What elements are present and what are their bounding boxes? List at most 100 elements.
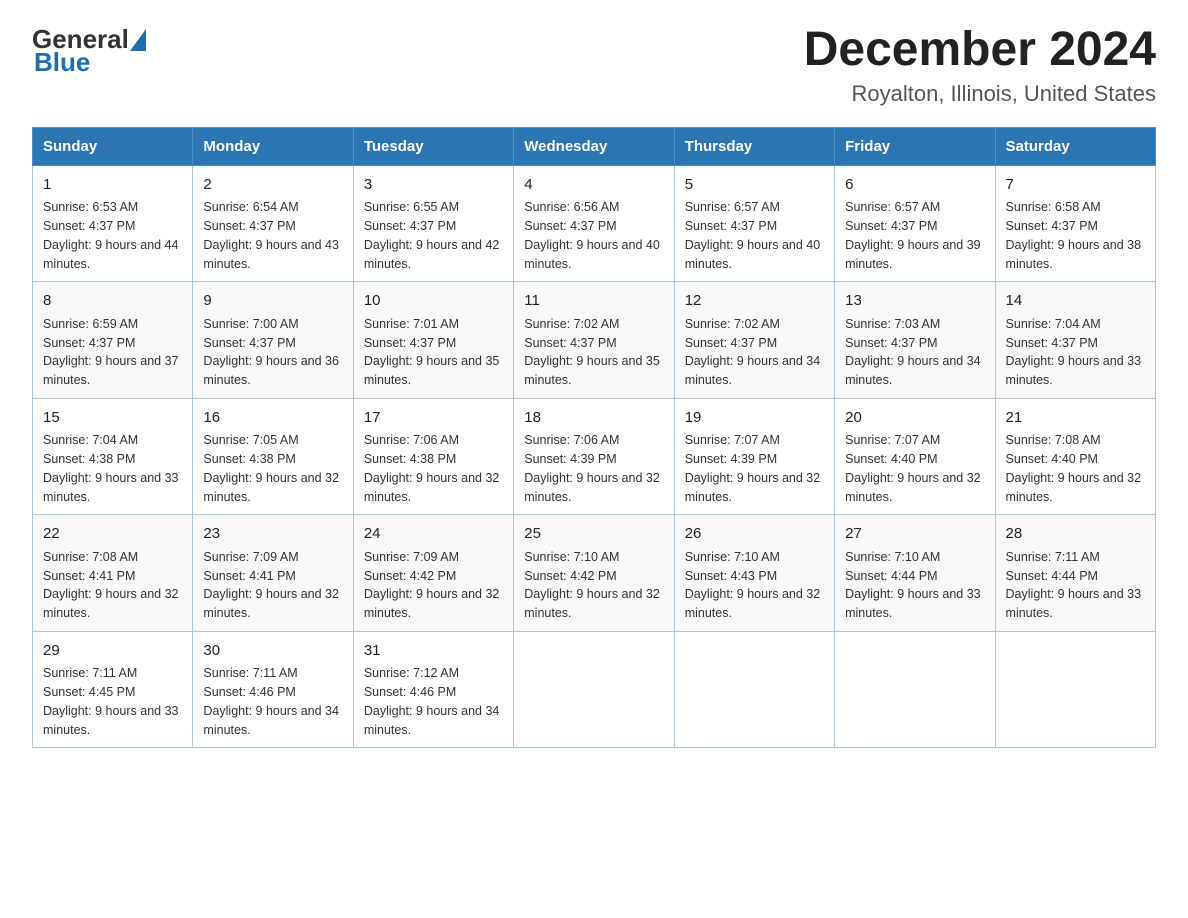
day-info: Sunrise: 7:00 AMSunset: 4:37 PMDaylight:… [203, 315, 342, 390]
day-info: Sunrise: 7:04 AMSunset: 4:38 PMDaylight:… [43, 431, 182, 506]
day-info: Sunrise: 7:06 AMSunset: 4:39 PMDaylight:… [524, 431, 663, 506]
day-number: 17 [364, 407, 503, 430]
day-number: 2 [203, 174, 342, 197]
day-info: Sunrise: 7:01 AMSunset: 4:37 PMDaylight:… [364, 315, 503, 390]
page-header: General Blue December 2024 Royalton, Ill… [32, 24, 1156, 107]
header-tuesday: Tuesday [353, 127, 513, 165]
day-number: 15 [43, 407, 182, 430]
day-info: Sunrise: 7:09 AMSunset: 4:42 PMDaylight:… [364, 548, 503, 623]
calendar-cell: 9Sunrise: 7:00 AMSunset: 4:37 PMDaylight… [193, 282, 353, 399]
day-number: 16 [203, 407, 342, 430]
week-row-1: 1Sunrise: 6:53 AMSunset: 4:37 PMDaylight… [33, 165, 1156, 282]
calendar-cell: 1Sunrise: 6:53 AMSunset: 4:37 PMDaylight… [33, 165, 193, 282]
calendar-cell: 29Sunrise: 7:11 AMSunset: 4:45 PMDayligh… [33, 631, 193, 748]
day-info: Sunrise: 7:04 AMSunset: 4:37 PMDaylight:… [1006, 315, 1145, 390]
week-row-4: 22Sunrise: 7:08 AMSunset: 4:41 PMDayligh… [33, 515, 1156, 632]
day-number: 28 [1006, 523, 1145, 546]
day-info: Sunrise: 6:59 AMSunset: 4:37 PMDaylight:… [43, 315, 182, 390]
day-number: 21 [1006, 407, 1145, 430]
day-number: 3 [364, 174, 503, 197]
day-number: 19 [685, 407, 824, 430]
calendar-cell: 17Sunrise: 7:06 AMSunset: 4:38 PMDayligh… [353, 398, 513, 515]
calendar-cell: 24Sunrise: 7:09 AMSunset: 4:42 PMDayligh… [353, 515, 513, 632]
calendar-cell: 21Sunrise: 7:08 AMSunset: 4:40 PMDayligh… [995, 398, 1155, 515]
day-info: Sunrise: 7:12 AMSunset: 4:46 PMDaylight:… [364, 664, 503, 739]
day-info: Sunrise: 7:10 AMSunset: 4:43 PMDaylight:… [685, 548, 824, 623]
day-number: 23 [203, 523, 342, 546]
day-info: Sunrise: 7:02 AMSunset: 4:37 PMDaylight:… [685, 315, 824, 390]
day-info: Sunrise: 7:06 AMSunset: 4:38 PMDaylight:… [364, 431, 503, 506]
day-info: Sunrise: 7:10 AMSunset: 4:44 PMDaylight:… [845, 548, 984, 623]
calendar-cell: 12Sunrise: 7:02 AMSunset: 4:37 PMDayligh… [674, 282, 834, 399]
day-info: Sunrise: 7:11 AMSunset: 4:45 PMDaylight:… [43, 664, 182, 739]
day-number: 13 [845, 290, 984, 313]
day-number: 10 [364, 290, 503, 313]
calendar-subtitle: Royalton, Illinois, United States [804, 81, 1156, 107]
calendar-cell: 7Sunrise: 6:58 AMSunset: 4:37 PMDaylight… [995, 165, 1155, 282]
day-info: Sunrise: 6:57 AMSunset: 4:37 PMDaylight:… [685, 198, 824, 273]
day-number: 1 [43, 174, 182, 197]
calendar-cell: 2Sunrise: 6:54 AMSunset: 4:37 PMDaylight… [193, 165, 353, 282]
header-thursday: Thursday [674, 127, 834, 165]
day-number: 8 [43, 290, 182, 313]
calendar-cell: 13Sunrise: 7:03 AMSunset: 4:37 PMDayligh… [835, 282, 995, 399]
day-info: Sunrise: 6:56 AMSunset: 4:37 PMDaylight:… [524, 198, 663, 273]
day-number: 25 [524, 523, 663, 546]
day-number: 29 [43, 640, 182, 663]
day-info: Sunrise: 7:10 AMSunset: 4:42 PMDaylight:… [524, 548, 663, 623]
calendar-cell: 19Sunrise: 7:07 AMSunset: 4:39 PMDayligh… [674, 398, 834, 515]
day-info: Sunrise: 6:55 AMSunset: 4:37 PMDaylight:… [364, 198, 503, 273]
logo-blue-text: Blue [34, 49, 90, 75]
calendar-cell [835, 631, 995, 748]
calendar-cell: 16Sunrise: 7:05 AMSunset: 4:38 PMDayligh… [193, 398, 353, 515]
calendar-cell: 3Sunrise: 6:55 AMSunset: 4:37 PMDaylight… [353, 165, 513, 282]
day-info: Sunrise: 6:54 AMSunset: 4:37 PMDaylight:… [203, 198, 342, 273]
calendar-cell: 28Sunrise: 7:11 AMSunset: 4:44 PMDayligh… [995, 515, 1155, 632]
day-info: Sunrise: 7:02 AMSunset: 4:37 PMDaylight:… [524, 315, 663, 390]
day-number: 26 [685, 523, 824, 546]
calendar-cell: 4Sunrise: 6:56 AMSunset: 4:37 PMDaylight… [514, 165, 674, 282]
calendar-cell: 25Sunrise: 7:10 AMSunset: 4:42 PMDayligh… [514, 515, 674, 632]
calendar-cell: 14Sunrise: 7:04 AMSunset: 4:37 PMDayligh… [995, 282, 1155, 399]
calendar-cell: 22Sunrise: 7:08 AMSunset: 4:41 PMDayligh… [33, 515, 193, 632]
day-info: Sunrise: 6:57 AMSunset: 4:37 PMDaylight:… [845, 198, 984, 273]
header-saturday: Saturday [995, 127, 1155, 165]
calendar-cell [674, 631, 834, 748]
week-row-5: 29Sunrise: 7:11 AMSunset: 4:45 PMDayligh… [33, 631, 1156, 748]
weekday-header-row: Sunday Monday Tuesday Wednesday Thursday… [33, 127, 1156, 165]
logo-icon [129, 29, 146, 51]
day-info: Sunrise: 6:58 AMSunset: 4:37 PMDaylight:… [1006, 198, 1145, 273]
calendar-cell: 10Sunrise: 7:01 AMSunset: 4:37 PMDayligh… [353, 282, 513, 399]
logo: General Blue [32, 24, 146, 75]
day-number: 12 [685, 290, 824, 313]
day-number: 6 [845, 174, 984, 197]
day-number: 5 [685, 174, 824, 197]
day-number: 31 [364, 640, 503, 663]
day-number: 27 [845, 523, 984, 546]
day-number: 20 [845, 407, 984, 430]
day-number: 9 [203, 290, 342, 313]
day-info: Sunrise: 7:03 AMSunset: 4:37 PMDaylight:… [845, 315, 984, 390]
title-area: December 2024 Royalton, Illinois, United… [804, 24, 1156, 107]
day-number: 14 [1006, 290, 1145, 313]
calendar-cell: 30Sunrise: 7:11 AMSunset: 4:46 PMDayligh… [193, 631, 353, 748]
day-number: 22 [43, 523, 182, 546]
calendar-cell: 8Sunrise: 6:59 AMSunset: 4:37 PMDaylight… [33, 282, 193, 399]
calendar-title: December 2024 [804, 24, 1156, 77]
calendar-table: Sunday Monday Tuesday Wednesday Thursday… [32, 127, 1156, 749]
day-info: Sunrise: 7:11 AMSunset: 4:44 PMDaylight:… [1006, 548, 1145, 623]
header-wednesday: Wednesday [514, 127, 674, 165]
calendar-cell: 5Sunrise: 6:57 AMSunset: 4:37 PMDaylight… [674, 165, 834, 282]
header-sunday: Sunday [33, 127, 193, 165]
week-row-3: 15Sunrise: 7:04 AMSunset: 4:38 PMDayligh… [33, 398, 1156, 515]
week-row-2: 8Sunrise: 6:59 AMSunset: 4:37 PMDaylight… [33, 282, 1156, 399]
day-info: Sunrise: 7:08 AMSunset: 4:40 PMDaylight:… [1006, 431, 1145, 506]
day-number: 30 [203, 640, 342, 663]
calendar-cell [995, 631, 1155, 748]
day-number: 7 [1006, 174, 1145, 197]
logo-triangle-icon [130, 29, 146, 51]
header-monday: Monday [193, 127, 353, 165]
calendar-cell: 31Sunrise: 7:12 AMSunset: 4:46 PMDayligh… [353, 631, 513, 748]
day-info: Sunrise: 7:07 AMSunset: 4:39 PMDaylight:… [685, 431, 824, 506]
day-number: 11 [524, 290, 663, 313]
